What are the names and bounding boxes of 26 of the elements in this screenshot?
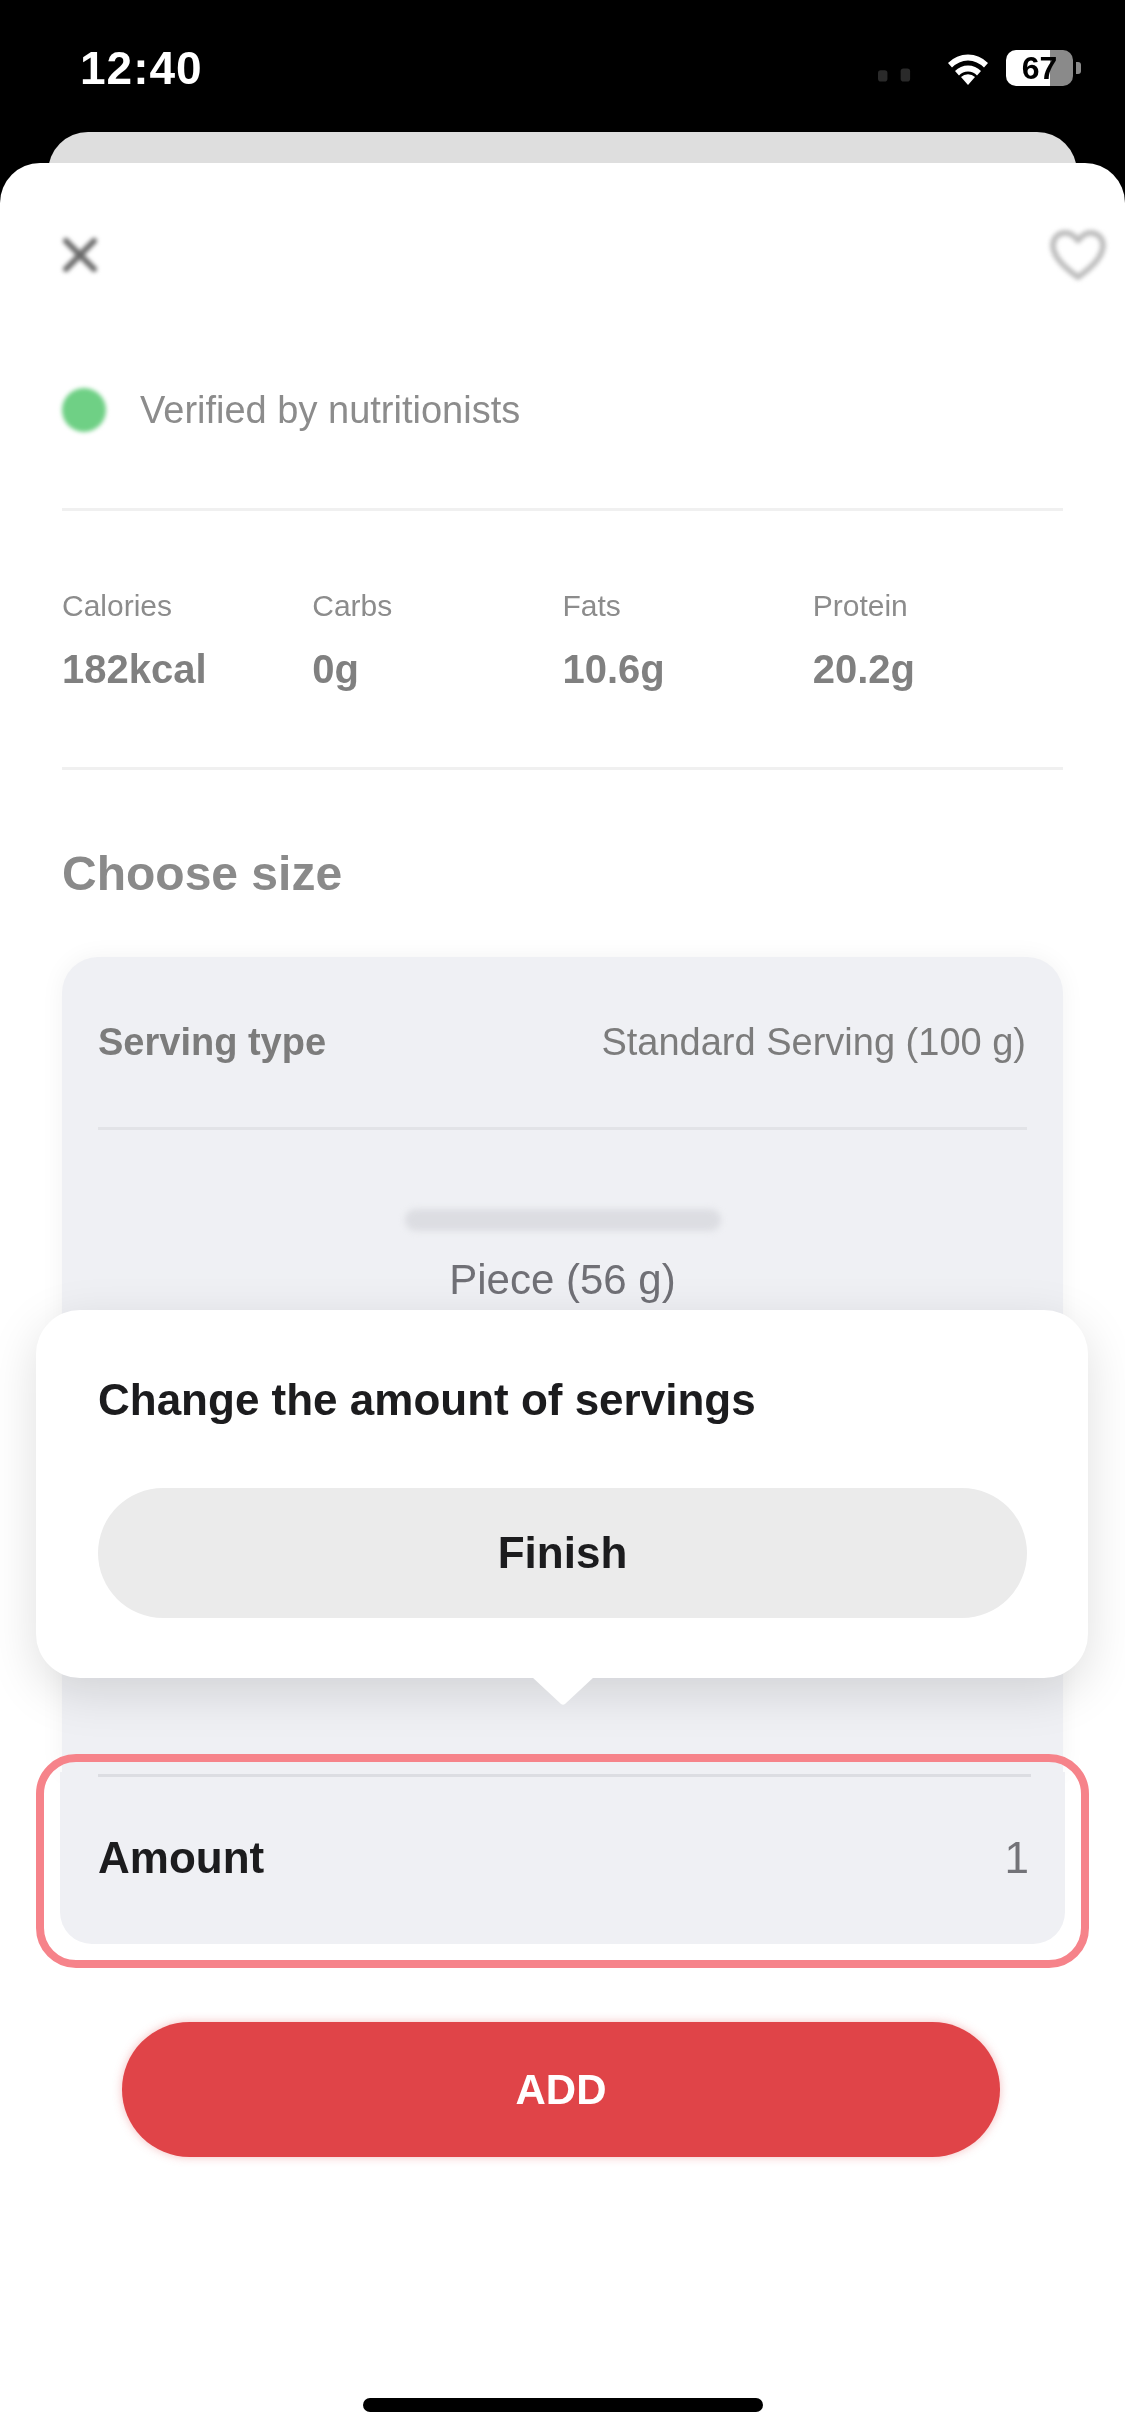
verified-label: Verified by nutritionists: [140, 388, 521, 432]
battery-indicator: 67: [1006, 50, 1081, 86]
nutrient-value: 10.6g: [562, 646, 665, 693]
nutrient-value: 0g: [312, 646, 359, 693]
nutrient-label: Protein: [812, 588, 908, 624]
amount-label: Amount: [98, 1833, 265, 1883]
verified-dot-icon: [62, 388, 106, 432]
nutrient-label: Calories: [62, 588, 173, 624]
nutrient-value: 20.2g: [812, 646, 916, 693]
amount-row[interactable]: Amount 1: [60, 1772, 1065, 1944]
picker-option[interactable]: Piece (56 g): [449, 1246, 676, 1314]
nutrient-label: Carbs: [312, 588, 393, 624]
heart-icon[interactable]: [1049, 229, 1107, 281]
serving-type-value: Standard Serving (100 g): [601, 1020, 1026, 1064]
status-time: 12:40: [80, 41, 203, 95]
serving-type-label: Serving type: [98, 1020, 327, 1064]
cellular-signal-icon: [878, 68, 912, 82]
popover-title: Change the amount of servings: [98, 1374, 757, 1426]
amount-value: 1: [1004, 1833, 1029, 1883]
serving-type-row[interactable]: Serving type Standard Serving (100 g): [62, 957, 1063, 1127]
nutrient-label: Fats: [562, 588, 621, 624]
section-title: Choose size: [62, 846, 344, 902]
finish-button[interactable]: Finish: [98, 1488, 1027, 1618]
close-icon[interactable]: [60, 235, 100, 275]
nutrient-value: 182kcal: [62, 646, 207, 693]
add-button[interactable]: ADD: [122, 2022, 1000, 2157]
